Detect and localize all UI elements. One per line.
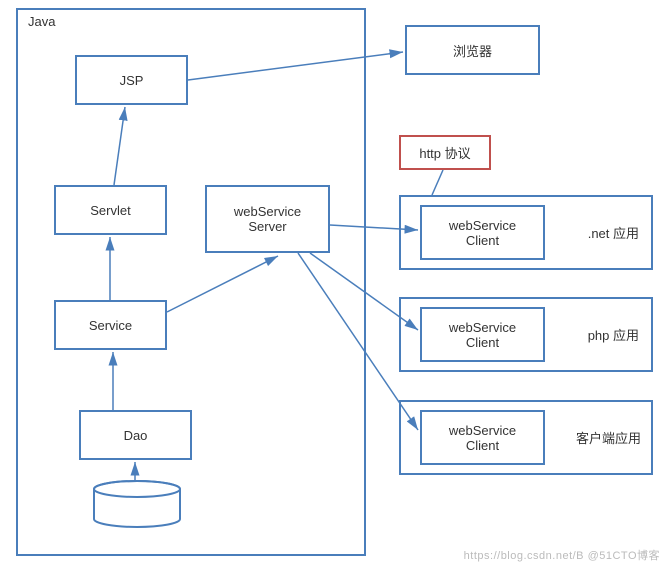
node-dao-label: Dao [124,428,148,443]
node-http-protocol: http 协议 [399,135,491,170]
node-browser: 浏览器 [405,25,540,75]
node-ws-client-mobile: webService Client [420,410,545,465]
node-ws-server-label: webService Server [234,204,301,234]
node-ws-server: webService Server [205,185,330,253]
node-http-protocol-label: http 协议 [419,143,470,162]
node-ws-client-php: webService Client [420,307,545,362]
node-mobile-app-label: 客户端应用 [576,428,641,447]
java-container [16,8,366,556]
node-browser-label: 浏览器 [453,41,492,60]
node-service-label: Service [89,318,132,333]
watermark: https://blog.csdn.net/B @51CTO博客 [464,547,660,563]
node-ws-client-net-label: webService Client [449,218,516,248]
node-servlet-label: Servlet [90,203,130,218]
database-cylinder [92,480,182,528]
node-servlet: Servlet [54,185,167,235]
node-dao: Dao [79,410,192,460]
java-container-label: Java [28,14,55,29]
node-php-app-label: php 应用 [588,325,639,344]
node-ws-client-mobile-label: webService Client [449,423,516,453]
node-ws-client-net: webService Client [420,205,545,260]
node-net-app-label: .net 应用 [588,223,639,242]
node-jsp-label: JSP [120,73,144,88]
node-service: Service [54,300,167,350]
node-ws-client-php-label: webService Client [449,320,516,350]
node-jsp: JSP [75,55,188,105]
